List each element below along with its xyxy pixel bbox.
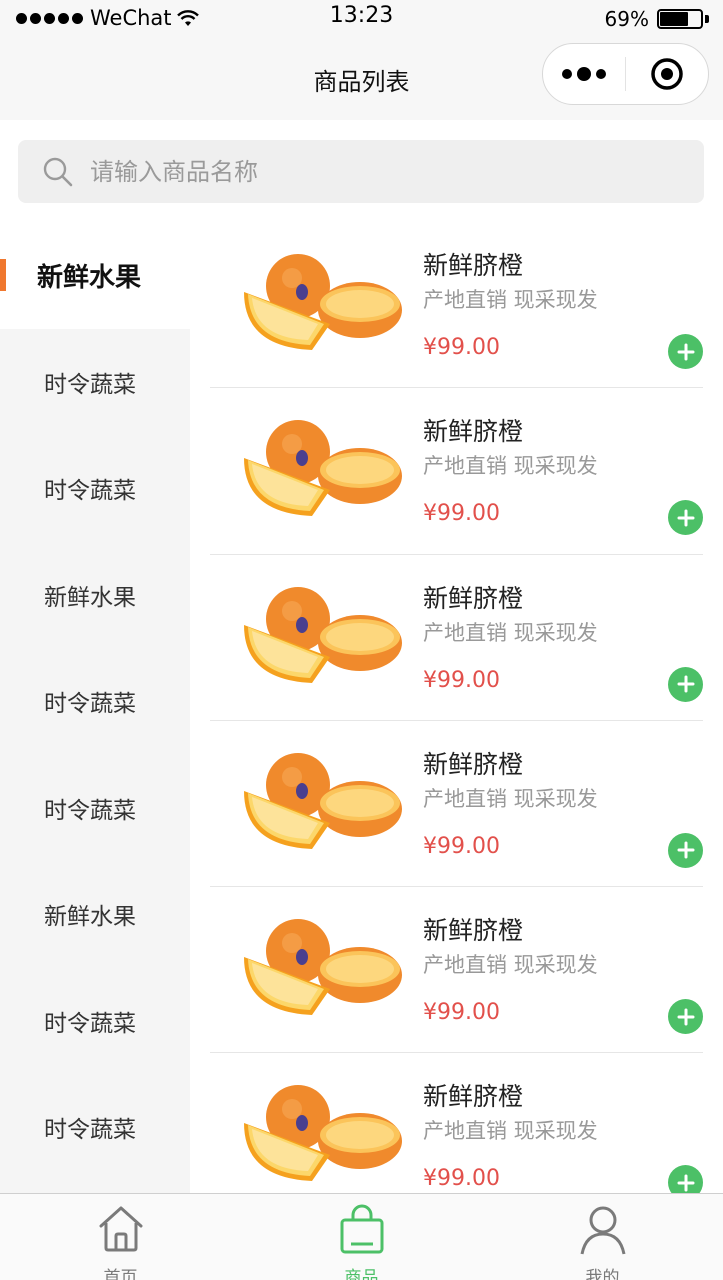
sidebar-item-seasonal-vegetables[interactable]: 时令蔬菜 xyxy=(0,755,190,862)
status-right: 69% xyxy=(605,7,709,31)
product-name: 新鲜脐橙 xyxy=(423,1082,524,1112)
sidebar-item-label: 时令蔬菜 xyxy=(44,371,136,398)
add-to-cart-button[interactable] xyxy=(668,334,703,369)
sidebar-item-seasonal-vegetables[interactable]: 时令蔬菜 xyxy=(0,648,190,755)
product-desc: 产地直销 现采现发 xyxy=(423,953,598,978)
sidebar-item-label: 新鲜水果 xyxy=(44,904,136,931)
product-item[interactable]: 新鲜脐橙 产地直销 现采现发 ¥99.00 xyxy=(210,1053,703,1194)
plus-icon xyxy=(677,509,694,527)
add-to-cart-button[interactable] xyxy=(668,666,703,702)
product-desc: 产地直销 现采现发 xyxy=(423,620,598,645)
product-item[interactable]: 新鲜脐橙 产地直销 现采现发 ¥99.00 xyxy=(210,555,703,721)
product-desc: 产地直销 现采现发 xyxy=(423,786,598,811)
product-name: 新鲜脐橙 xyxy=(423,251,524,280)
plus-icon xyxy=(677,343,694,360)
sidebar-item-label: 时令蔬菜 xyxy=(44,691,136,718)
search-icon xyxy=(43,157,73,186)
product-price: ¥99.00 xyxy=(423,667,500,693)
tab-bar: 首页 商品 我的 xyxy=(0,1193,723,1280)
orange-image xyxy=(244,254,402,350)
search-area xyxy=(0,120,723,220)
sidebar-item-seasonal-vegetables[interactable]: 时令蔬菜 xyxy=(0,968,190,1075)
product-price: ¥99.00 xyxy=(423,335,500,360)
orange-image xyxy=(244,1085,402,1182)
orange-image xyxy=(244,752,402,849)
orange-image xyxy=(244,420,402,517)
home-icon xyxy=(99,1206,142,1252)
active-indicator xyxy=(0,259,6,291)
plus-icon xyxy=(677,841,694,859)
user-icon xyxy=(580,1206,625,1255)
plus-icon xyxy=(677,1174,694,1192)
close-mini-program-icon[interactable] xyxy=(626,44,708,104)
sidebar-item-seasonal-vegetables[interactable]: 时令蔬菜 xyxy=(0,1074,190,1181)
product-item[interactable]: 新鲜脐橙 产地直销 现采现发 ¥99.00 xyxy=(210,222,703,389)
sidebar-item-label: 新鲜水果 xyxy=(37,262,142,293)
product-price: ¥99.00 xyxy=(423,1166,500,1192)
sidebar-item-label: 时令蔬菜 xyxy=(44,1117,136,1144)
product-item[interactable]: 新鲜脐橙 产地直销 现采现发 ¥99.00 xyxy=(210,388,703,555)
tab-products[interactable]: 商品 xyxy=(241,1194,482,1280)
sidebar-item-fresh-fruit[interactable]: 新鲜水果 xyxy=(0,861,190,968)
plus-icon xyxy=(677,675,694,693)
battery-icon xyxy=(657,9,709,29)
search-box[interactable] xyxy=(18,140,704,203)
nav-bar: 商品列表 xyxy=(0,38,723,120)
product-name: 新鲜脐橙 xyxy=(423,749,524,779)
sidebar-item-label: 时令蔬菜 xyxy=(44,1010,136,1037)
product-desc: 产地直销 现采现发 xyxy=(423,288,598,312)
product-desc: 产地直销 现采现发 xyxy=(423,454,598,479)
plus-icon xyxy=(677,1008,694,1026)
product-item[interactable]: 新鲜脐橙 产地直销 现采现发 ¥99.00 xyxy=(210,887,703,1054)
tab-label: 商品 xyxy=(344,1268,379,1280)
orange-image xyxy=(244,586,402,683)
product-item[interactable]: 新鲜脐橙 产地直销 现采现发 ¥99.00 xyxy=(210,721,703,888)
product-name: 新鲜脐橙 xyxy=(423,417,524,447)
product-name: 新鲜脐橙 xyxy=(423,916,524,946)
product-desc: 产地直销 现采现发 xyxy=(423,1119,598,1144)
sidebar-item-fresh-fruit[interactable]: 新鲜水果 xyxy=(0,542,190,649)
product-price: ¥99.00 xyxy=(423,833,500,859)
shopping-bag-icon xyxy=(340,1204,383,1254)
battery-percent: 69% xyxy=(604,7,649,31)
add-to-cart-button[interactable] xyxy=(668,500,703,536)
status-bar: WeChat 13:23 69% xyxy=(0,0,723,38)
search-input[interactable] xyxy=(90,157,650,186)
mini-program-capsule xyxy=(542,43,709,105)
product-price: ¥99.00 xyxy=(423,1000,500,1026)
tab-profile[interactable]: 我的 xyxy=(482,1194,723,1280)
sidebar-item-label: 时令蔬菜 xyxy=(44,478,136,505)
more-icon[interactable] xyxy=(543,44,625,104)
product-price: ¥99.00 xyxy=(423,501,500,527)
sidebar-item-label: 新鲜水果 xyxy=(44,584,136,611)
product-list: 新鲜脐橙 产地直销 现采现发 ¥99.00 新鲜脐橙 产地直销 现采现发 ¥99… xyxy=(190,222,723,1194)
tab-label: 首页 xyxy=(103,1268,138,1280)
add-to-cart-button[interactable] xyxy=(668,999,703,1035)
add-to-cart-button[interactable] xyxy=(668,1165,703,1194)
category-sidebar: 新鲜水果 时令蔬菜 时令蔬菜 新鲜水果 时令蔬菜 时令蔬菜 新鲜水果 时令蔬菜 … xyxy=(0,222,190,1194)
add-to-cart-button[interactable] xyxy=(668,832,703,868)
sidebar-item-label: 时令蔬菜 xyxy=(44,797,136,824)
sidebar-item-fresh-fruit[interactable]: 新鲜水果 xyxy=(0,222,190,329)
sidebar-item-seasonal-vegetables[interactable]: 时令蔬菜 xyxy=(0,435,190,542)
sidebar-item-seasonal-vegetables[interactable]: 时令蔬菜 xyxy=(0,329,190,436)
tab-home[interactable]: 首页 xyxy=(0,1194,241,1280)
product-name: 新鲜脐橙 xyxy=(423,583,524,613)
orange-image xyxy=(244,919,402,1016)
tab-label: 我的 xyxy=(585,1268,620,1280)
